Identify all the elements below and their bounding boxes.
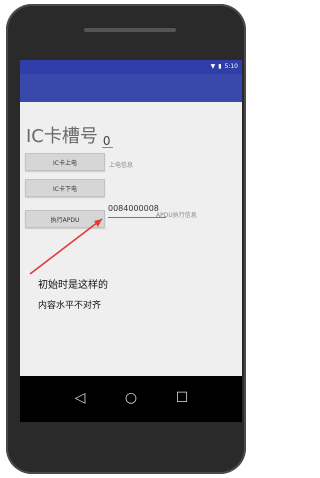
- annotation-line-1: 初始时是这样的: [38, 280, 108, 291]
- annotation-line-2: 内容水平不对齐: [38, 301, 102, 311]
- navigation-bar: ◁ ○ ☐: [20, 376, 242, 422]
- speaker-grille: [84, 28, 176, 32]
- recent-apps-button[interactable]: ☐: [172, 388, 192, 408]
- annotation-arrow: [29, 218, 103, 275]
- screen: ▼ ▮ 5:10 IC卡槽号 0 IC卡上电 上电信息 IC卡下电 执行APDU…: [20, 60, 242, 422]
- phone-frame: ▼ ▮ 5:10 IC卡槽号 0 IC卡上电 上电信息 IC卡下电 执行APDU…: [6, 4, 246, 474]
- home-button[interactable]: ○: [121, 388, 141, 408]
- back-button[interactable]: ◁: [70, 388, 90, 408]
